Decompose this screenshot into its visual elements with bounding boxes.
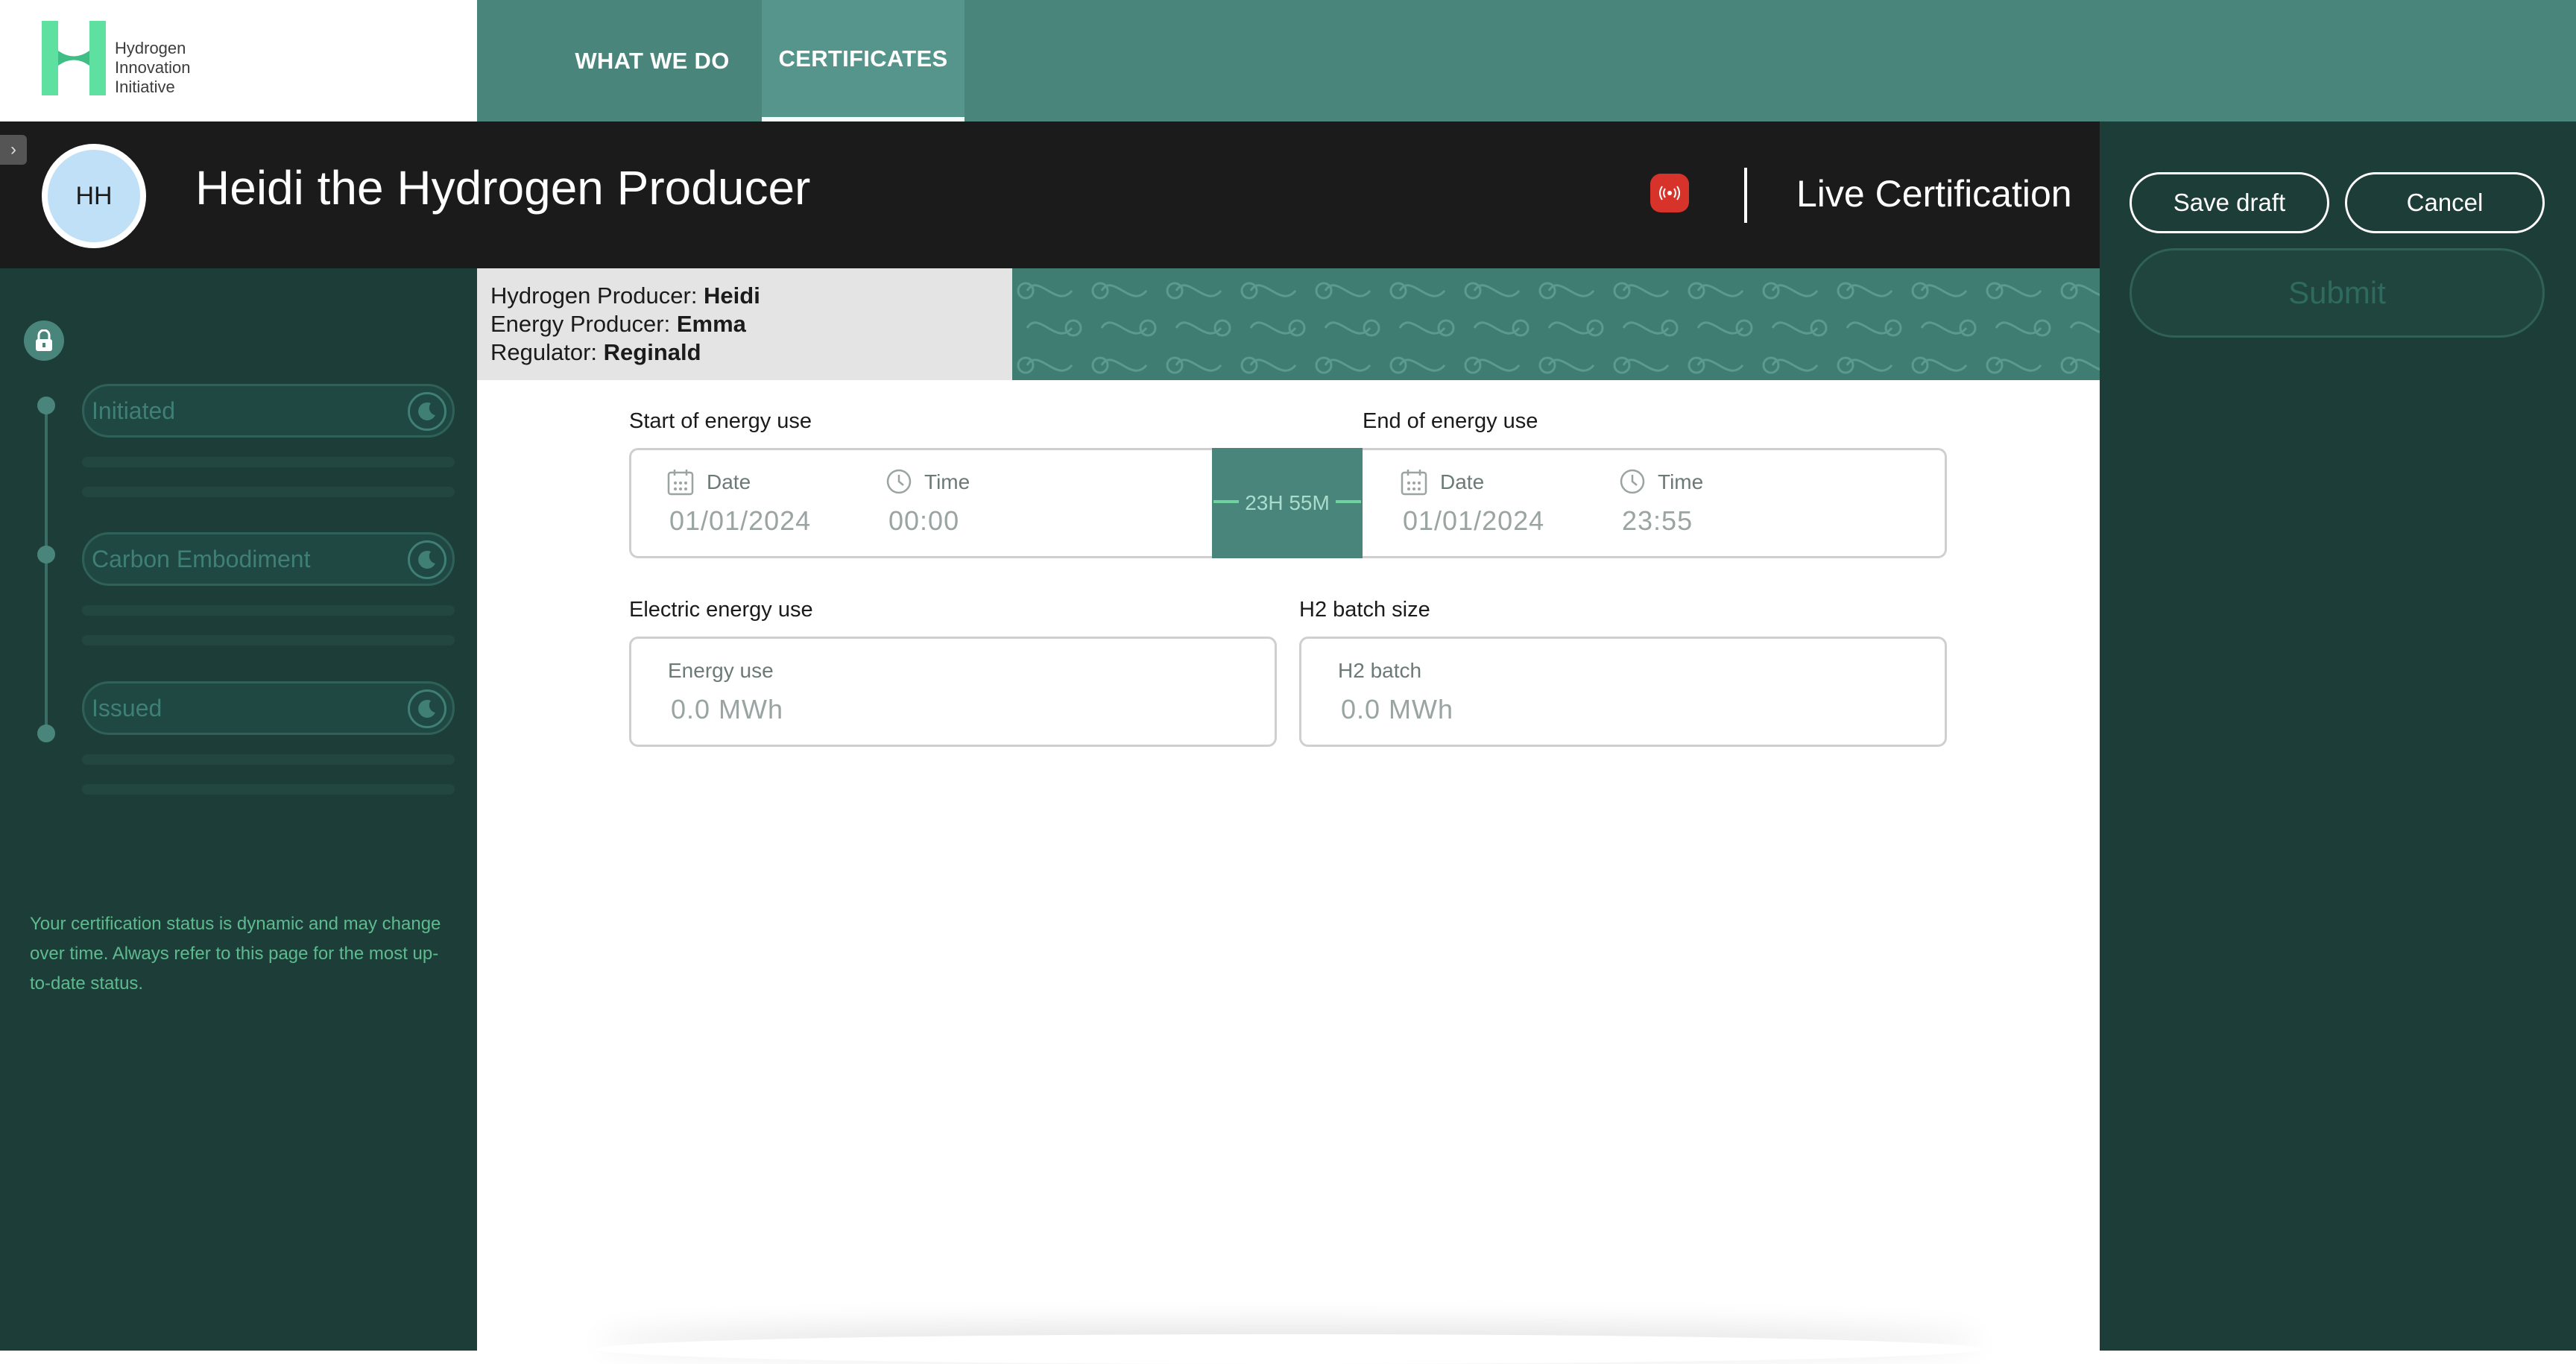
energy-use-input[interactable]: 0.0 MWh [671,694,783,725]
duration-arrow [1213,500,1239,503]
page-title: Heidi the Hydrogen Producer [195,161,811,215]
cancel-button[interactable]: Cancel [2345,172,2545,233]
calendar-icon [1401,470,1427,496]
chevron-right-icon: › [10,139,16,160]
participants-panel: Hydrogen Producer: Heidi Energy Producer… [477,268,1012,380]
end-date-input[interactable]: 01/01/2024 [1403,505,1544,537]
start-energy-section-label: Start of energy use [629,409,812,433]
calendar-icon [667,470,694,496]
duration-value: 23H 55M [1245,491,1330,514]
pending-moon-icon [408,392,446,431]
timeline-line [45,406,48,727]
start-date-input[interactable]: 01/01/2024 [669,505,811,537]
h2-batch-section-label: H2 batch size [1299,598,1430,622]
step-progress-bar [82,754,455,765]
step-progress-bar [82,457,455,467]
energy-use-label: Energy use [668,659,774,682]
submit-button[interactable]: Submit [2130,248,2545,338]
live-certification-label: Live Certification [1796,173,2072,215]
pending-moon-icon [408,689,446,728]
top-navigation: Hydrogen Innovation Initiative WHAT WE D… [0,0,2576,121]
step-issued[interactable]: Issued [82,681,455,735]
h2-batch-input[interactable]: 0.0 MWh [1341,694,1453,725]
status-note: Your certification status is dynamic and… [30,914,441,994]
expand-sidebar-button[interactable]: › [0,135,27,165]
decorative-pattern [1012,268,2100,380]
participant-name: Heidi [704,282,760,309]
clock-icon [1620,469,1645,494]
participant-name: Reginald [603,339,701,365]
step-progress-bar [82,784,455,795]
step-progress-bar [82,635,455,645]
nav-what-we-do[interactable]: WHAT WE DO [566,0,738,121]
logo-line: Initiative [115,78,175,96]
energy-use-field[interactable] [629,637,1277,747]
electric-energy-section-label: Electric energy use [629,598,813,622]
step-progress-bar [82,487,455,497]
end-energy-section-label: End of energy use [1363,409,1538,433]
actions-panel: Save draft Cancel Submit [2100,121,2576,1351]
step-label: Initiated [92,397,176,424]
end-time-input[interactable]: 23:55 [1622,505,1693,537]
energy-producer-row: Energy Producer: Emma [490,310,1012,338]
clock-icon [886,469,912,494]
step-carbon-embodiment[interactable]: Carbon Embodiment [82,532,455,586]
end-date-label: Date [1440,470,1485,493]
avatar: HH [42,144,146,248]
timeline-dot [37,546,55,563]
logo-line: Innovation [115,58,191,77]
regulator-row: Regulator: Reginald [490,338,1012,367]
save-draft-button[interactable]: Save draft [2130,172,2329,233]
participant-name: Emma [676,311,746,337]
start-time-label: Time [924,470,970,493]
end-time-label: Time [1658,470,1704,493]
h2-batch-field[interactable] [1299,637,1947,747]
duration-indicator: 23H 55M [1212,448,1363,558]
participant-role: Hydrogen Producer: [490,282,704,309]
participant-role: Energy Producer: [490,311,677,337]
logo-h-icon [42,21,106,95]
nav-certificates[interactable]: CERTIFICATES [762,0,965,121]
start-date-label: Date [707,470,751,493]
start-time-input[interactable]: 00:00 [888,505,959,537]
logo-line: Hydrogen [115,39,186,57]
logo[interactable]: Hydrogen Innovation Initiative [0,0,477,121]
step-progress-bar [82,605,455,616]
participant-role: Regulator: [490,339,604,365]
header-divider [1744,168,1747,223]
step-label: Carbon Embodiment [92,545,311,572]
live-broadcast-icon [1650,174,1689,212]
duration-arrow [1336,500,1361,503]
progress-sidebar: Initiated Carbon Embodiment Issued Your … [0,268,477,1351]
pending-moon-icon [408,540,446,579]
content-shadow [596,1334,1983,1364]
logo-text: Hydrogen Innovation Initiative [115,39,191,97]
timeline-dot [37,397,55,414]
timeline-dot [37,724,55,742]
h2-batch-label: H2 batch [1338,659,1422,682]
profile-header: › HH Heidi the Hydrogen Producer Live Ce… [0,121,2100,268]
step-label: Issued [92,694,162,722]
lock-icon [24,321,64,361]
step-initiated[interactable]: Initiated [82,384,455,438]
hydrogen-producer-row: Hydrogen Producer: Heidi [490,282,1012,310]
